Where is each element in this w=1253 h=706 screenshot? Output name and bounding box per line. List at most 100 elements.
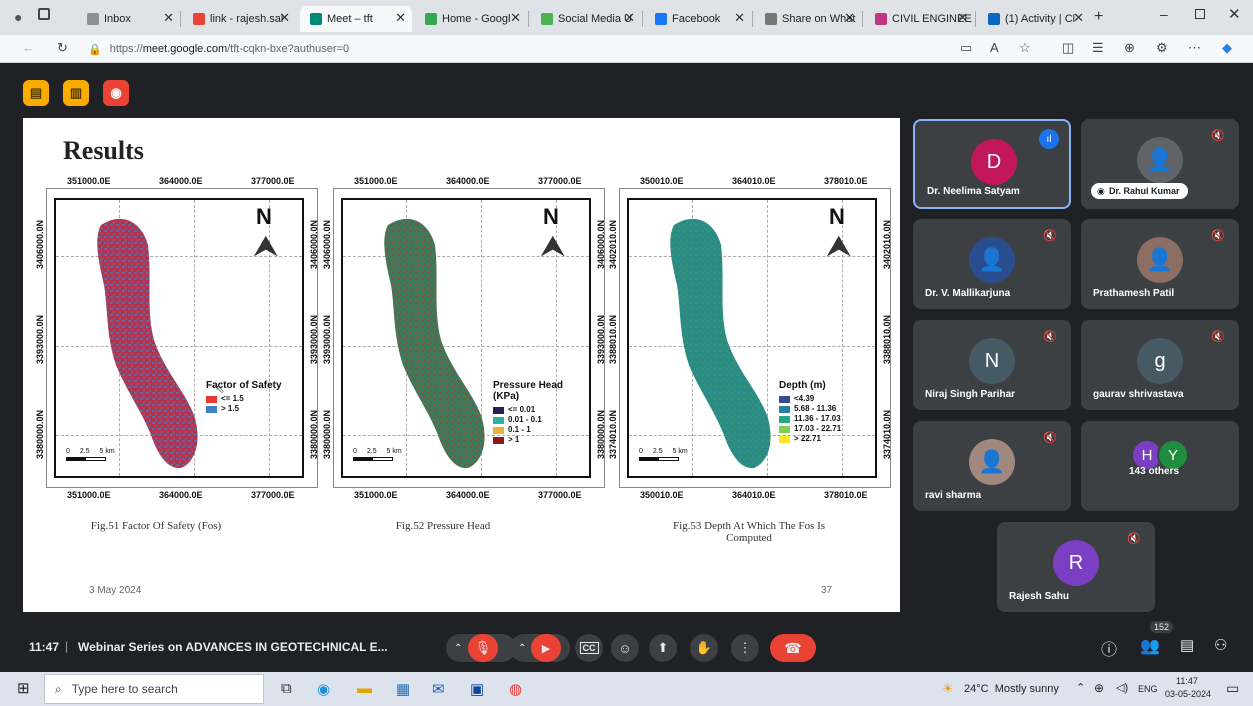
participant-tile[interactable]: 👤 Prathamesh Patil 🔇 xyxy=(1081,219,1239,309)
more-menu-icon[interactable]: ⋯ xyxy=(1188,40,1201,56)
meet-control-bar: 11:47 | Webinar Series on ADVANCES IN GE… xyxy=(0,621,1253,672)
chevron-up-icon: ⌃ xyxy=(518,642,527,654)
language-indicator[interactable]: ENG xyxy=(1138,684,1158,694)
extensions-icon[interactable]: ⚙ xyxy=(1156,40,1168,56)
new-tab-button[interactable]: + xyxy=(1094,8,1103,26)
participant-tile[interactable]: N Niraj Singh Parihar 🔇 xyxy=(913,320,1071,410)
map-top-coord: 351000.0E xyxy=(354,176,398,186)
browser-tab[interactable]: (1) Activity | Cl ✕ xyxy=(978,6,1090,32)
windows-start-icon[interactable]: ⊞ xyxy=(17,679,30,697)
address-bar-row: ← ↻ 🔒 https://meet.google.com/tft-cqkn-b… xyxy=(0,35,1253,63)
profile-icon[interactable]: ● xyxy=(14,9,22,25)
raise-hand-button[interactable]: ✋ xyxy=(690,634,718,662)
taskbar-search-box[interactable]: ⌕ Type here to search xyxy=(44,674,264,704)
participant-tile[interactable]: D Dr. Neelima Satyam ıl xyxy=(913,119,1071,209)
browser-tab[interactable]: Meet – tft ✕ xyxy=(300,6,412,32)
map-left-coord: 3380000.0N xyxy=(322,409,332,459)
weather-text[interactable]: 24°C Mostly sunny xyxy=(964,683,1059,695)
captions-button[interactable]: CC xyxy=(575,634,603,662)
clock-date[interactable]: 03-05-2024 xyxy=(1165,689,1211,699)
people-icon[interactable]: 👥 xyxy=(1140,636,1160,656)
participant-tile[interactable]: 👤 Dr. V. Mallikarjuna 🔇 xyxy=(913,219,1071,309)
live-indicator-icon[interactable]: ◉ xyxy=(103,80,129,106)
photos-app-icon[interactable]: ▣ xyxy=(470,680,484,698)
close-window-button[interactable]: ✕ xyxy=(1228,5,1241,23)
weather-icon[interactable]: ☀ xyxy=(942,681,954,697)
browser-tab[interactable]: Social Media U ✕ xyxy=(531,6,641,32)
close-tab-icon[interactable]: ✕ xyxy=(163,10,174,26)
split-screen-icon[interactable]: ◫ xyxy=(1062,40,1074,56)
close-tab-icon[interactable]: ✕ xyxy=(279,10,290,26)
scale-label: 2.5 xyxy=(366,448,377,455)
favorites-icon[interactable]: ☰ xyxy=(1092,40,1104,56)
participant-tile[interactable]: R Rajesh Sahu 🔇 xyxy=(997,522,1155,612)
network-icon[interactable]: ⊕ xyxy=(1094,681,1104,695)
copilot-icon[interactable]: ◆ xyxy=(1222,40,1232,56)
browser-tab[interactable]: Inbox ✕ xyxy=(77,6,180,32)
browser-tab[interactable]: Home - Googl ✕ xyxy=(415,6,527,32)
map-scale-bar: 0 2.5 5 km xyxy=(353,448,402,461)
back-icon[interactable]: ← xyxy=(22,40,35,55)
browser-tab-bar: ● Inbox ✕ link - rajesh.sal ✕ Meet – tft ✕ Hom… xyxy=(0,0,1253,35)
read-aloud-icon[interactable]: A xyxy=(990,40,999,55)
browser-tab[interactable]: link - rajesh.sal ✕ xyxy=(183,6,296,32)
leave-call-button[interactable]: ☎ xyxy=(770,634,816,662)
meeting-separator: | xyxy=(65,639,69,653)
collections-icon[interactable]: ⊕ xyxy=(1124,40,1135,56)
edge-icon[interactable]: ◉ xyxy=(317,680,330,698)
windows-taskbar: ⊞ ⌕ Type here to search ⧉ ◉ ▬ ▦ ✉ ▣ ◍ ☀ … xyxy=(0,672,1253,706)
legend-item: > 22.71 xyxy=(779,434,874,444)
tab-separator xyxy=(975,11,976,27)
participant-name: Dr. Neelima Satyam xyxy=(927,186,1020,197)
close-tab-icon[interactable]: ✕ xyxy=(624,10,635,26)
chrome-icon[interactable]: ◍ xyxy=(509,680,522,698)
emoji-reaction-button[interactable]: ☺ xyxy=(611,634,639,662)
volume-icon[interactable]: ◁) xyxy=(1116,681,1128,694)
minimize-button[interactable]: – xyxy=(1160,6,1168,22)
participant-tile[interactable]: 👤 Dr. Rahul Kumar ◉ 🔇 xyxy=(1081,119,1239,209)
mic-off-button[interactable]: 🎙 xyxy=(468,634,498,662)
restore-button[interactable] xyxy=(1195,9,1205,19)
legend-item: > 1.5 xyxy=(206,404,301,414)
camera-off-button[interactable]: ▶ xyxy=(531,634,561,662)
present-button[interactable]: ⬆ xyxy=(649,634,677,662)
more-options-button[interactable]: ⋮ xyxy=(731,634,759,662)
tray-chevron-icon[interactable]: ⌃ xyxy=(1076,681,1085,694)
close-tab-icon[interactable]: ✕ xyxy=(1073,10,1084,26)
captions-icon: CC xyxy=(579,642,599,654)
tab-title: Meet – tft xyxy=(327,13,373,25)
browser-tab[interactable]: Facebook ✕ xyxy=(645,6,751,32)
browser-tab[interactable]: Share on What ✕ xyxy=(755,6,861,32)
cast-icon[interactable]: ▭ xyxy=(960,40,972,56)
transcript-indicator-icon[interactable]: ▥ xyxy=(63,80,89,106)
participant-tile[interactable]: 👤 ravi sharma 🔇 xyxy=(913,421,1071,511)
clock-time[interactable]: 11:47 xyxy=(1176,676,1198,686)
close-tab-icon[interactable]: ✕ xyxy=(844,10,855,26)
url-field[interactable]: 🔒 https://meet.google.com/tft-cqkn-bxe?a… xyxy=(88,38,948,60)
close-tab-icon[interactable]: ✕ xyxy=(734,10,745,26)
legend-label: 0.1 - 1 xyxy=(508,425,531,434)
chat-icon[interactable]: ▤ xyxy=(1180,636,1194,654)
recording-indicator-icon[interactable]: ▤ xyxy=(23,80,49,106)
mail-app-icon[interactable]: ✉ xyxy=(432,680,445,698)
meeting-details-icon[interactable]: ⓘ xyxy=(1101,636,1117,660)
close-tab-icon[interactable]: ✕ xyxy=(957,10,968,26)
emoji-icon: ☺ xyxy=(618,640,632,656)
map-right-coord: 3380000.0N xyxy=(596,409,606,459)
notifications-icon[interactable]: ▭ xyxy=(1226,680,1239,697)
reload-icon[interactable]: ↻ xyxy=(57,40,68,56)
tab-actions-icon[interactable] xyxy=(38,8,50,20)
close-tab-icon[interactable]: ✕ xyxy=(510,10,521,26)
task-view-icon[interactable]: ⧉ xyxy=(281,680,292,697)
close-tab-icon[interactable]: ✕ xyxy=(395,10,406,26)
avatar: 👤 xyxy=(1137,137,1183,183)
participant-tile[interactable]: g gaurav shrivastava 🔇 xyxy=(1081,320,1239,410)
file-explorer-icon[interactable]: ▬ xyxy=(357,680,372,697)
meeting-title: Webinar Series on ADVANCES IN GEOTECHNIC… xyxy=(78,640,388,654)
activities-icon[interactable]: ⚇ xyxy=(1214,636,1227,654)
calendar-app-icon[interactable]: ▦ xyxy=(396,680,410,698)
browser-tab[interactable]: CIVIL ENGINEE ✕ xyxy=(865,6,974,32)
favorite-star-icon[interactable]: ☆ xyxy=(1019,40,1031,56)
chevron-up-icon: ⌃ xyxy=(454,642,463,654)
participant-tile[interactable]: H Y 143 others xyxy=(1081,421,1239,511)
